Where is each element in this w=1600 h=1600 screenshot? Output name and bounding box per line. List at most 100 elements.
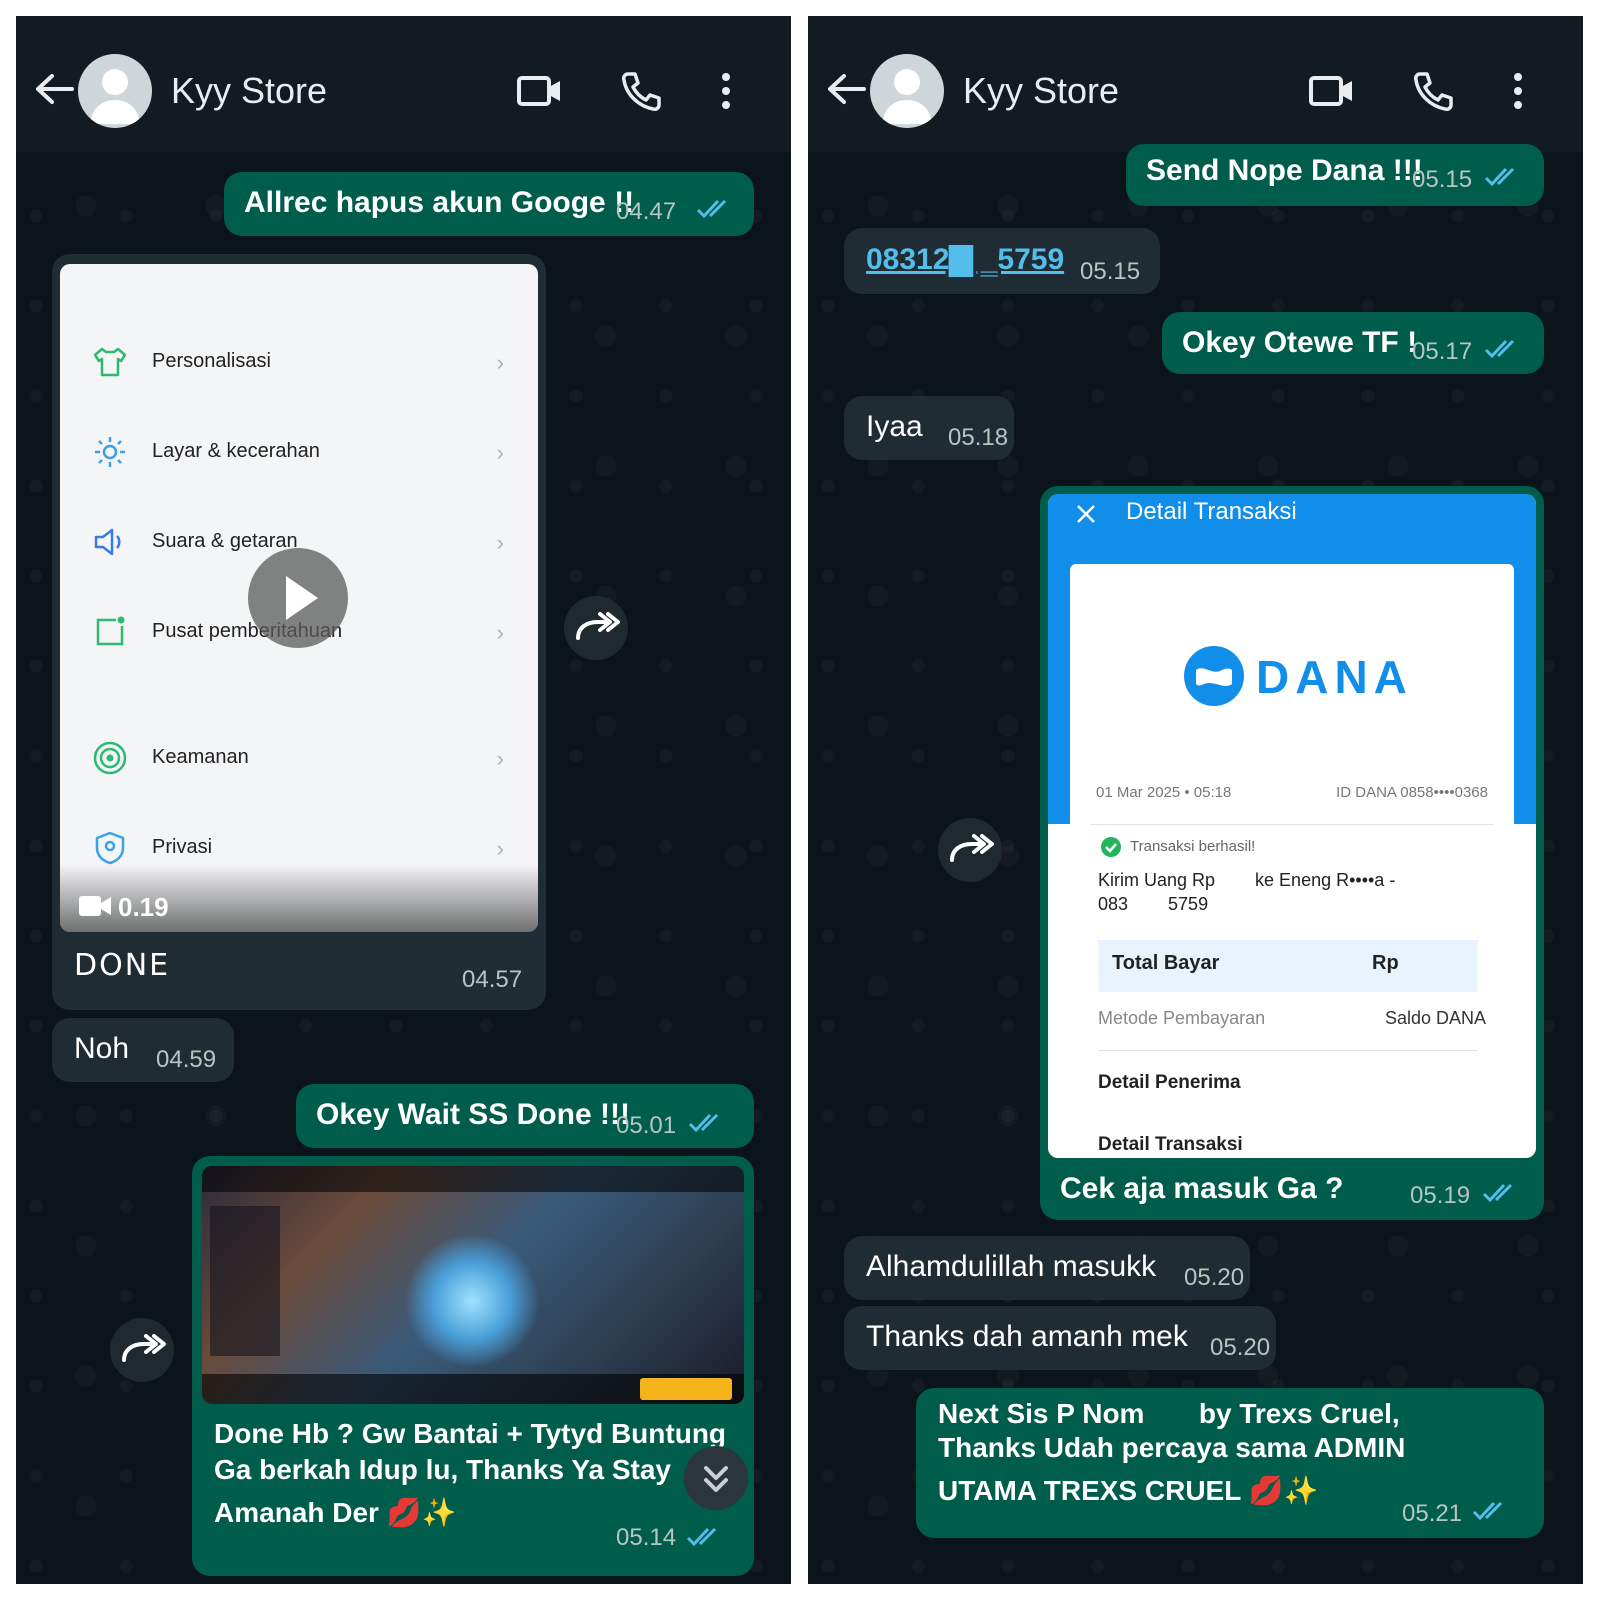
total-value: Rp (1372, 952, 1399, 974)
message-time: 05.20 (1210, 1334, 1271, 1361)
divider (1090, 824, 1494, 825)
transaction-date: 01 Mar 2025 • 05:18 (1096, 784, 1232, 801)
chevron-right-icon: › (496, 620, 504, 645)
message-incoming[interactable]: Thanks dah amanh mek 05.20 (844, 1306, 1276, 1370)
message-time: 04.57 (462, 966, 523, 993)
message-time: 05.01 (616, 1112, 677, 1139)
play-button[interactable] (248, 548, 348, 648)
dana-logo-text: DANA (1256, 651, 1413, 703)
forward-icon (122, 1334, 166, 1362)
menu-row: Layar & kecerahan › (60, 422, 538, 482)
brightness-icon (95, 437, 125, 467)
speaker-icon (94, 528, 121, 556)
phone-call-icon[interactable] (1410, 70, 1458, 112)
video-call-icon[interactable] (516, 70, 564, 112)
scroll-to-bottom-button[interactable] (684, 1446, 748, 1510)
message-time: 05.20 (1184, 1264, 1245, 1291)
chat-panel-right: Kyy Store Send Nope Dana !!! 05.15 08312… (808, 16, 1583, 1584)
message-time: 04.59 (156, 1046, 217, 1073)
message-outgoing[interactable]: Okey Wait SS Done !!! 05.01 (296, 1084, 754, 1148)
phone-number-link[interactable]: 08312▇ ‗5759 (866, 242, 1064, 277)
dana-receipt-body: DANA 01 Mar 2025 • 05:18 ID DANA 0858•••… (1070, 564, 1514, 1158)
recipient-detail-label: Detail Penerima (1098, 1072, 1241, 1093)
shirt-icon (93, 347, 127, 377)
success-check-icon (1101, 837, 1121, 857)
transaction-detail-label: Detail Transaksi (1098, 1134, 1243, 1155)
menu-label: Personalisasi (152, 350, 271, 372)
game-screenshot[interactable] (202, 1166, 744, 1404)
message-text: Allrec hapus akun Googe !! (244, 186, 635, 219)
forward-button[interactable] (110, 1318, 174, 1382)
forward-icon (950, 834, 994, 862)
message-time: 05.15 (1080, 258, 1141, 285)
chevron-right-icon: › (496, 350, 504, 375)
read-ticks-icon (686, 1527, 717, 1547)
total-label: Total Bayar (1112, 952, 1220, 974)
message-outgoing[interactable]: Next Sis P Nom by Trexs Cruel, Thanks Ud… (916, 1388, 1544, 1538)
message-incoming[interactable]: 08312▇ ‗5759 05.15 (844, 228, 1160, 294)
menu-label: Privasi (152, 836, 213, 858)
method-value: Saldo DANA (1384, 1008, 1486, 1028)
forward-button[interactable] (564, 596, 628, 660)
message-time: 05.19 (1410, 1182, 1471, 1209)
transaction-recipient-number: 083 5759 (1098, 894, 1209, 914)
contact-name[interactable]: Kyy Store (171, 70, 327, 112)
message-outgoing[interactable]: Allrec hapus akun Googe !! 04.47 (224, 172, 754, 236)
back-arrow-icon[interactable] (34, 72, 74, 106)
message-incoming[interactable]: Noh 04.59 (52, 1018, 234, 1082)
message-text: Send Nope Dana !!! (1146, 154, 1423, 187)
avatar[interactable] (870, 54, 944, 128)
message-outgoing-image[interactable]: Done Hb ? Gw Bantai + Tytyd Buntung Ga b… (192, 1156, 754, 1576)
message-incoming[interactable]: Iyaa 05.18 (844, 396, 1014, 460)
transaction-status: Transaksi berhasil! (1130, 838, 1256, 855)
read-ticks-icon (1472, 1501, 1503, 1521)
forward-button[interactable] (938, 818, 1002, 882)
message-time: 05.21 (1402, 1500, 1463, 1527)
read-ticks-icon (688, 1113, 719, 1133)
contact-name[interactable]: Kyy Store (963, 70, 1119, 112)
more-options-icon[interactable] (716, 70, 736, 112)
read-ticks-icon (1484, 167, 1515, 187)
message-text: Iyaa (866, 410, 923, 443)
game-sidebar (210, 1206, 280, 1356)
notification-icon (96, 616, 125, 646)
message-text: Noh (74, 1032, 130, 1065)
dana-id: ID DANA 0858••••0368 (1336, 784, 1488, 801)
read-ticks-icon (1484, 339, 1515, 359)
chat-panel-left: Kyy Store Allrec hapus akun Googe !! 04.… (16, 16, 791, 1584)
play-icon (286, 576, 318, 620)
double-chevron-down-icon (704, 1466, 728, 1492)
phone-call-icon[interactable] (618, 70, 666, 112)
menu-label: Keamanan (152, 746, 249, 768)
message-text-line: Done Hb ? Gw Bantai + Tytyd Buntung (214, 1418, 727, 1449)
message-time: 05.18 (948, 424, 1009, 451)
message-text: DONE (74, 948, 171, 983)
game-effect (402, 1236, 542, 1366)
total-row: Total Bayar Rp (1098, 940, 1478, 992)
video-call-icon[interactable] (1308, 70, 1356, 112)
chevron-right-icon: › (496, 530, 504, 555)
security-icon (93, 741, 127, 775)
menu-row: Keamanan › (60, 728, 538, 788)
message-outgoing[interactable]: Send Nope Dana !!! 05.15 (1126, 144, 1544, 206)
chevron-right-icon: › (496, 746, 504, 771)
read-ticks-icon (1482, 1183, 1513, 1203)
back-arrow-icon[interactable] (826, 72, 866, 106)
message-text: Okey Wait SS Done !!! (316, 1098, 630, 1131)
message-outgoing[interactable]: Okey Otewe TF ! 05.17 (1162, 312, 1544, 374)
dana-topbar-title: Detail Transaksi (1126, 498, 1297, 525)
message-text-line: Ga berkah Idup lu, Thanks Ya Stay (214, 1454, 671, 1485)
read-ticks-icon (696, 199, 727, 219)
message-incoming-video[interactable]: Personalisasi › Layar & kecerahan › Suar… (52, 254, 546, 1010)
message-text-line: Next Sis P Nom by Trexs Cruel, (938, 1398, 1400, 1429)
avatar[interactable] (78, 54, 152, 128)
more-options-icon[interactable] (1508, 70, 1528, 112)
message-text: Okey Otewe TF ! (1182, 326, 1418, 359)
message-incoming[interactable]: Alhamdulillah masukk 05.20 (844, 1236, 1250, 1300)
video-thumbnail[interactable]: Personalisasi › Layar & kecerahan › Suar… (60, 264, 538, 932)
message-outgoing-image[interactable]: Detail Transaksi DANA 01 Mar 2025 • 05:1… (1040, 486, 1544, 1220)
video-camera-icon (79, 896, 111, 916)
chevron-right-icon: › (496, 440, 504, 465)
dana-receipt-screenshot[interactable]: Detail Transaksi DANA 01 Mar 2025 • 05:1… (1048, 494, 1536, 1158)
message-text: Thanks dah amanh mek (866, 1320, 1188, 1353)
